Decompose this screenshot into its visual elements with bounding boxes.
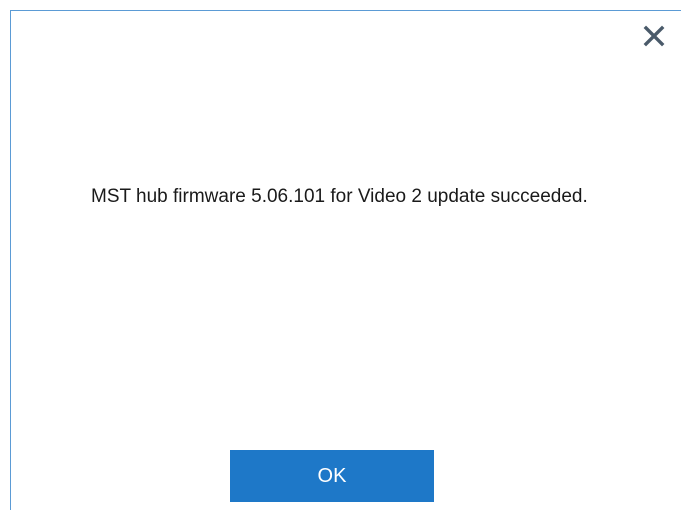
- ok-button[interactable]: OK: [230, 450, 434, 502]
- close-button[interactable]: [641, 23, 667, 49]
- close-icon: [643, 25, 665, 47]
- update-result-dialog: MST hub firmware 5.06.101 for Video 2 up…: [10, 10, 681, 510]
- status-message: MST hub firmware 5.06.101 for Video 2 up…: [91, 186, 588, 207]
